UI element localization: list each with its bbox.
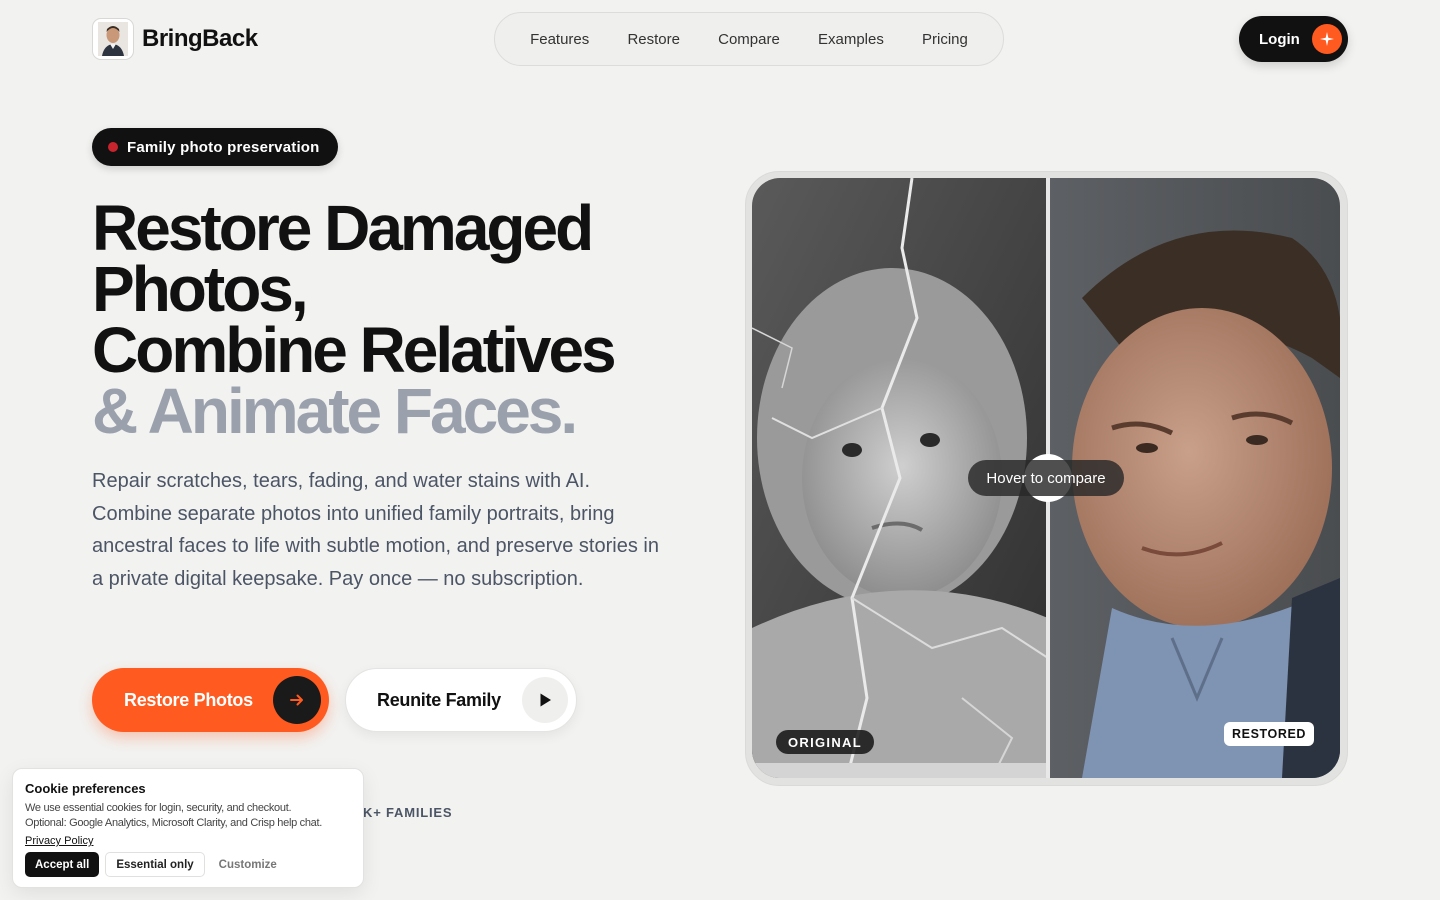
hero-tag-pill: Family photo preservation xyxy=(92,128,338,166)
hover-to-compare-label: Hover to compare xyxy=(968,460,1124,496)
login-button[interactable]: Login xyxy=(1239,16,1348,62)
privacy-policy-link[interactable]: Privacy Policy xyxy=(25,835,93,847)
nav-compare[interactable]: Compare xyxy=(718,31,780,48)
restore-photos-label: Restore Photos xyxy=(124,689,253,710)
cookie-text-2: Optional: Google Analytics, Microsoft Cl… xyxy=(25,817,323,829)
nav-examples[interactable]: Examples xyxy=(818,31,884,48)
main-nav: Features Restore Compare Examples Pricin… xyxy=(494,12,1004,66)
play-icon xyxy=(522,677,568,723)
restored-badge: RESTORED xyxy=(1224,722,1315,746)
red-dot-icon xyxy=(108,142,118,152)
reunite-family-button[interactable]: Reunite Family xyxy=(345,668,577,732)
nav-restore[interactable]: Restore xyxy=(627,31,680,48)
nav-pricing[interactable]: Pricing xyxy=(922,31,968,48)
nav-features[interactable]: Features xyxy=(530,31,589,48)
social-proof-text: K+ FAMILIES xyxy=(363,805,453,820)
cookie-title: Cookie preferences xyxy=(25,781,146,796)
customize-button[interactable]: Customize xyxy=(211,852,285,877)
hero-headline: Restore Damaged Photos, Combine Relative… xyxy=(92,192,692,447)
restore-photos-button[interactable]: Restore Photos xyxy=(92,668,329,732)
login-label: Login xyxy=(1259,30,1300,48)
reunite-family-label: Reunite Family xyxy=(377,689,501,710)
brand-name: BringBack xyxy=(142,25,258,52)
headline-line-3: Combine Relatives xyxy=(92,314,617,386)
headline-line-1: Restore Damaged xyxy=(92,192,594,264)
cookie-text-1: We use essential cookies for login, secu… xyxy=(25,802,292,814)
essential-only-button[interactable]: Essential only xyxy=(105,852,205,877)
headline-line-2: Photos, xyxy=(92,253,309,325)
logo-portrait-icon xyxy=(92,18,134,60)
accept-all-button[interactable]: Accept all xyxy=(25,852,100,877)
headline-line-4: & Animate Faces. xyxy=(92,375,578,447)
brand-logo[interactable]: BringBack xyxy=(92,18,258,60)
hero-description: Repair scratches, tears, fading, and wat… xyxy=(92,470,659,590)
sparkle-icon xyxy=(1311,24,1342,54)
arrow-right-icon xyxy=(273,676,321,724)
cookie-banner: Cookie preferences We use essential cook… xyxy=(12,768,364,888)
hero-tag-text: Family photo preservation xyxy=(127,138,320,156)
original-badge: ORIGINAL xyxy=(776,730,874,754)
